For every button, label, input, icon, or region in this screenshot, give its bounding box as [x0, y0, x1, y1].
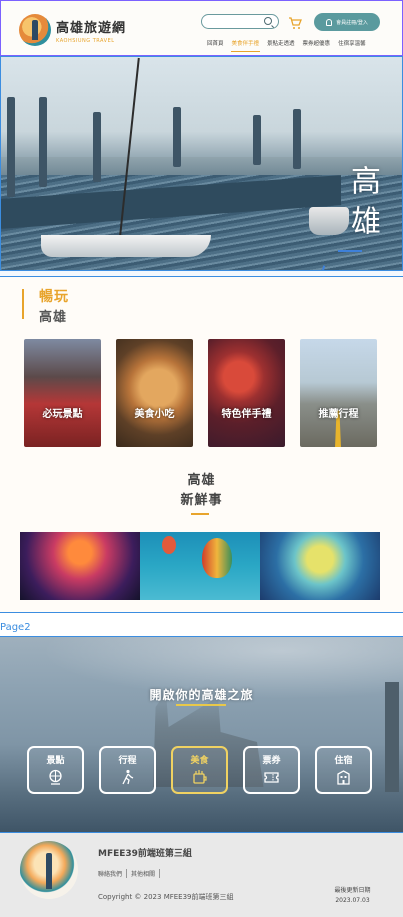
category-label: 行程: [118, 756, 137, 766]
sailboat-image: [41, 235, 211, 257]
harbor-section: 開啟你的高雄之旅 景點 行程 美食 票券 住宿: [0, 637, 403, 832]
news-carousel: [20, 532, 380, 600]
hero-banner: 高雄: [0, 56, 403, 271]
nav-attractions[interactable]: 景點走透透: [263, 39, 299, 47]
page-marker: Page2: [0, 622, 31, 633]
search-icon[interactable]: [264, 17, 272, 25]
category-food-button[interactable]: 美食: [171, 746, 228, 794]
ticket-icon: [264, 772, 279, 783]
footer-last-updated: 最後更新日期 2023.07.03: [334, 887, 371, 904]
play-cards: 必玩景點 美食小吃 特色伴手禮 推薦行程: [24, 339, 377, 447]
site-header: 高雄旅遊網 KAOHSIUNG TRAVEL 會員註冊/登入 回首頁 美食伴手禮…: [0, 0, 403, 56]
play-subheading: 高雄: [39, 310, 68, 325]
member-login-button[interactable]: 會員註冊/登入: [314, 13, 380, 31]
nav-food-gifts[interactable]: 美食伴手禮: [228, 39, 264, 52]
footer-logo-icon: [20, 841, 78, 899]
category-buttons: 景點 行程 美食 票券 住宿: [27, 746, 372, 794]
news-image-color-festival[interactable]: [260, 532, 380, 600]
cart-icon[interactable]: [288, 15, 302, 29]
hotel-icon: [337, 770, 350, 785]
footer-copyright: Copyright © 2023 MFEE39前端班第三組: [98, 893, 234, 901]
harbor-heading: 開啟你的高雄之旅: [149, 688, 254, 702]
card-itinerary[interactable]: 推薦行程: [300, 339, 377, 447]
card-must-see[interactable]: 必玩景點: [24, 339, 101, 447]
card-label: 推薦行程: [318, 409, 359, 420]
footer-link-other[interactable]: 其他相關: [127, 869, 161, 878]
search-input[interactable]: [201, 14, 279, 29]
site-logo[interactable]: 高雄旅遊網 KAOHSIUNG TRAVEL: [19, 14, 126, 46]
food-icon: [193, 770, 207, 784]
member-login-label: 會員註冊/登入: [336, 19, 368, 26]
category-tickets-button[interactable]: 票券: [243, 746, 300, 794]
card-label: 特色伴手禮: [221, 409, 272, 420]
footer-links: 聯絡我們 其他相關: [98, 869, 161, 878]
play-section: 暢玩 高雄 必玩景點 美食小吃 特色伴手禮 推薦行程 高雄 新鮮事: [0, 277, 403, 612]
footer-link-contact[interactable]: 聯絡我們: [98, 869, 128, 878]
news-image-concert[interactable]: [20, 532, 140, 600]
play-heading: 暢玩: [39, 289, 69, 305]
nav-home[interactable]: 回首頁: [203, 39, 228, 47]
nav-lodging[interactable]: 住宿享溫馨: [334, 39, 370, 47]
category-label: 美食: [190, 756, 209, 766]
logo-subtitle: KAOHSIUNG TRAVEL: [56, 37, 115, 44]
logo-emblem-icon: [19, 14, 51, 46]
category-label: 景點: [46, 756, 65, 766]
news-image-balloons[interactable]: [140, 532, 260, 600]
category-attractions-button[interactable]: 景點: [27, 746, 84, 794]
main-nav: 回首頁 美食伴手禮 景點走透透 票券超優惠 住宿享溫馨: [203, 39, 370, 52]
category-label: 票券: [262, 756, 281, 766]
site-footer: MFEE39前端班第三組 聯絡我們 其他相關 Copyright © 2023 …: [0, 832, 403, 917]
card-souvenirs[interactable]: 特色伴手禮: [208, 339, 285, 447]
category-itinerary-button[interactable]: 行程: [99, 746, 156, 794]
page: 高雄旅遊網 KAOHSIUNG TRAVEL 會員註冊/登入 回首頁 美食伴手禮…: [0, 0, 403, 917]
card-label: 美食小吃: [134, 409, 175, 420]
user-icon: [326, 18, 333, 26]
category-label: 住宿: [334, 756, 353, 766]
hero-title: 高雄: [345, 165, 380, 245]
category-lodging-button[interactable]: 住宿: [315, 746, 372, 794]
hiker-icon: [122, 769, 134, 785]
card-snacks[interactable]: 美食小吃: [116, 339, 193, 447]
globe-icon: [49, 769, 62, 785]
footer-team-name: MFEE39前端班第三組: [98, 849, 192, 859]
news-heading: 高雄 新鮮事: [180, 473, 223, 508]
nav-tickets[interactable]: 票券超優惠: [299, 39, 335, 47]
logo-title: 高雄旅遊網: [56, 20, 127, 36]
card-label: 必玩景點: [42, 409, 83, 420]
